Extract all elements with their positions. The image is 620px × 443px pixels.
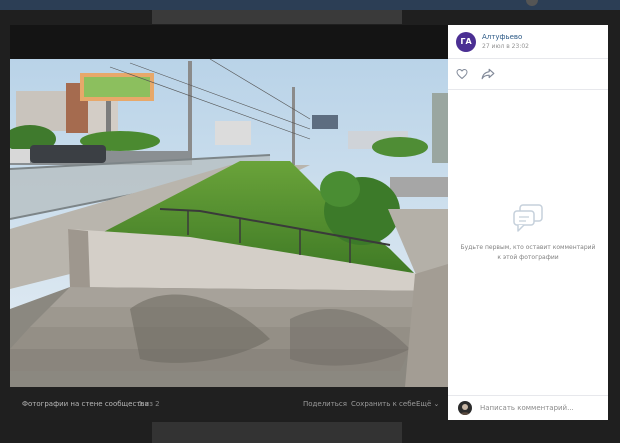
- user-avatar-icon: [459, 404, 471, 415]
- post-header: ГА Алтуфьево 27 июл в 23:02: [448, 25, 608, 59]
- share-arrow-icon[interactable]: [481, 68, 495, 80]
- save-button[interactable]: Сохранить к себе: [351, 400, 416, 408]
- photo[interactable]: [10, 59, 448, 387]
- comment-composer: [448, 395, 608, 421]
- background-strip: [152, 10, 402, 24]
- user-avatar[interactable]: [458, 401, 472, 415]
- side-panel: ГА Алтуфьево 27 июл в 23:02 Будьте первы…: [448, 25, 608, 420]
- community-avatar[interactable]: ГА: [456, 32, 476, 52]
- share-button[interactable]: Поделиться: [303, 400, 347, 408]
- photo-viewer: Фотографии на стене сообщества 1 из 2 По…: [10, 25, 448, 420]
- photo-counter: 1 из 2: [138, 400, 160, 408]
- comment-input[interactable]: [480, 401, 600, 415]
- post-actions: [448, 59, 608, 90]
- post-date[interactable]: 27 июл в 23:02: [482, 43, 529, 50]
- background-bottom: [152, 422, 402, 443]
- community-name[interactable]: Алтуфьево: [482, 33, 522, 41]
- photo-image: [10, 59, 448, 387]
- empty-comments-text: Будьте первым, кто оставит комментарий к…: [460, 244, 596, 261]
- viewer-bottom-bar: Фотографии на стене сообщества 1 из 2 По…: [10, 387, 448, 420]
- more-button[interactable]: Ещё ⌄: [416, 400, 439, 408]
- heart-icon[interactable]: [456, 68, 468, 80]
- comment-bubble-icon: [513, 204, 543, 232]
- album-title[interactable]: Фотографии на стене сообщества: [22, 400, 149, 408]
